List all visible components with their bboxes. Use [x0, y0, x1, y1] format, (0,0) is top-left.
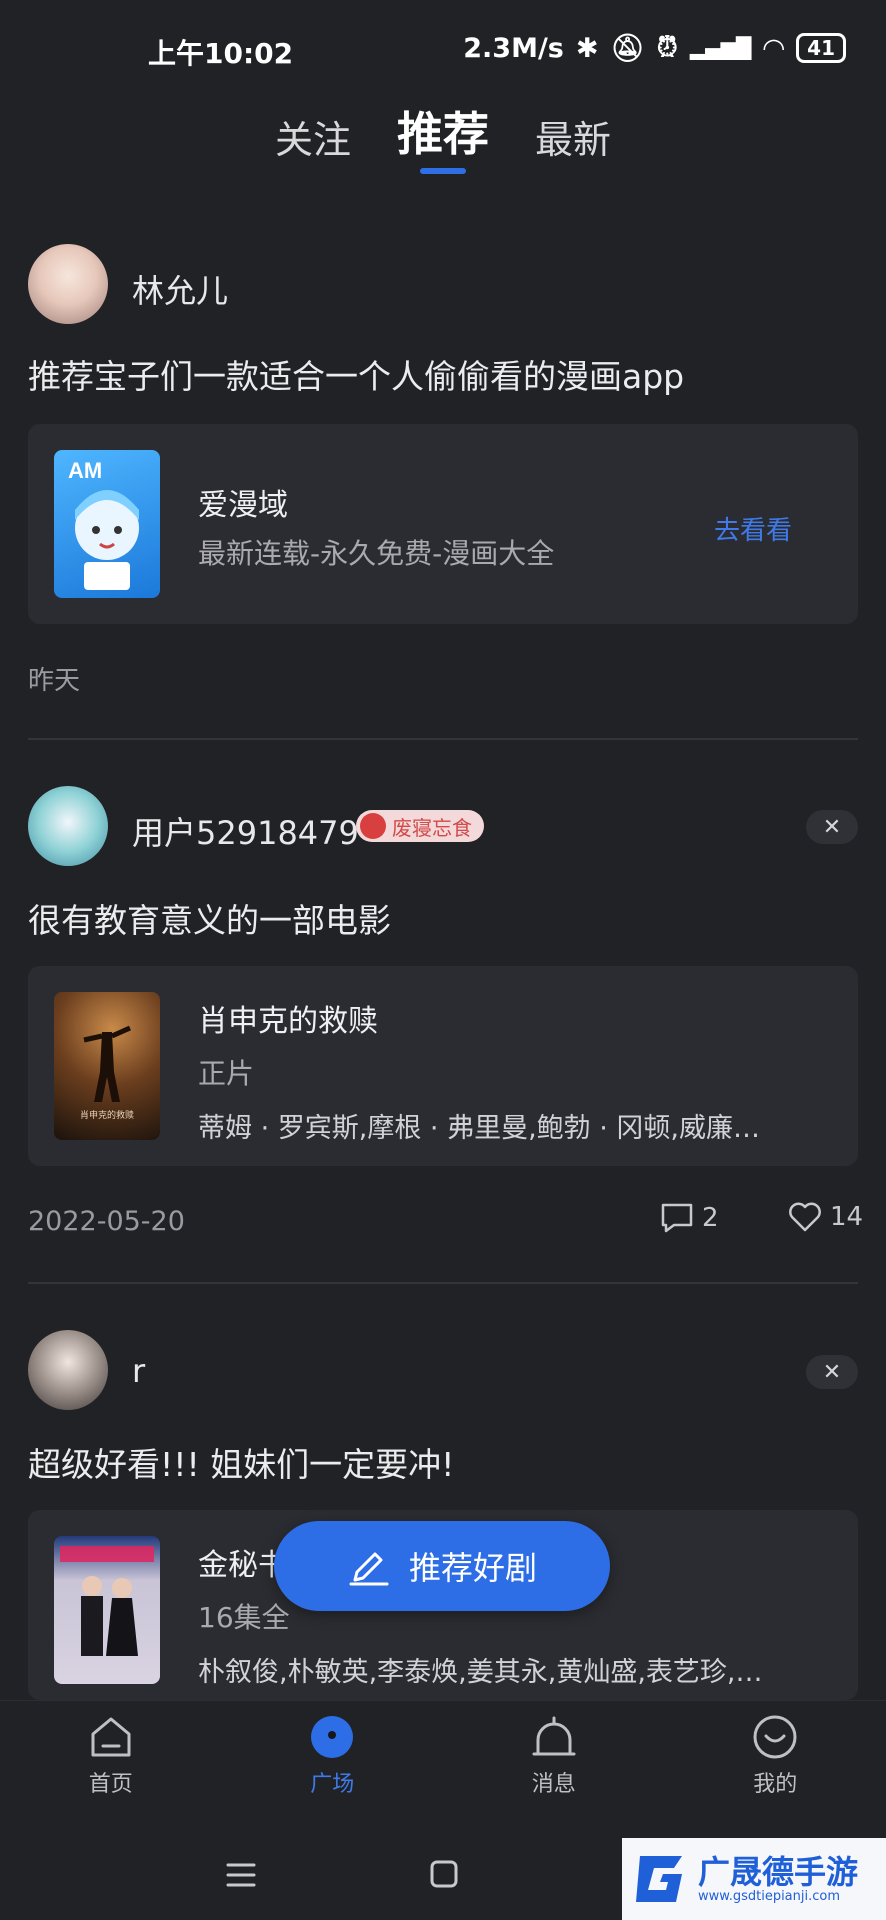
watermark-text-block: 广晟德手游 www.gsdtiepianji.com	[698, 1855, 858, 1904]
divider	[28, 738, 858, 740]
post-time: 2022-05-20	[28, 1206, 185, 1237]
profile-icon	[753, 1715, 797, 1759]
close-icon[interactable]: ✕	[806, 810, 858, 844]
watermark-url: www.gsdtiepianji.com	[698, 1888, 841, 1904]
post-text[interactable]: 推荐宝子们一款适合一个人偷偷看的漫画app	[28, 350, 684, 398]
tab-latest[interactable]: 最新	[535, 109, 611, 164]
tab-indicator	[420, 168, 466, 174]
card-title: 爱漫域	[198, 488, 288, 523]
post-text[interactable]: 超级好看!!! 姐妹们一定要冲!	[28, 1438, 454, 1486]
thumb-logo-text: AM	[68, 458, 102, 483]
divider	[28, 1282, 858, 1284]
watermark: 广晟德手游 www.gsdtiepianji.com	[622, 1838, 886, 1920]
pen-icon	[349, 1552, 389, 1586]
nav-profile[interactable]: 我的	[665, 1701, 886, 1811]
app-thumbnail: AM	[54, 450, 160, 598]
nav-plaza[interactable]: 广场	[222, 1701, 444, 1811]
home-icon	[91, 1717, 131, 1757]
card-subtitle: 正片	[198, 1057, 255, 1090]
tab-follow[interactable]: 关注	[275, 109, 351, 164]
bottom-nav: 首页 广场 消息 我的	[0, 1700, 886, 1811]
nav-messages[interactable]: 消息	[443, 1701, 665, 1811]
top-tabs: 关注 推荐 最新	[0, 98, 886, 164]
like-button[interactable]: 14	[788, 1202, 863, 1232]
like-count: 14	[830, 1202, 864, 1232]
plaza-icon	[311, 1716, 354, 1758]
card-title: 肖申克的救赎	[198, 1004, 378, 1039]
poster-title-text: 肖申克的救赎	[80, 1109, 134, 1120]
avatar[interactable]	[28, 786, 108, 866]
recommend-drama-button[interactable]: 推荐好剧	[274, 1521, 610, 1611]
comment-count: 2	[702, 1203, 719, 1233]
card-cast: 朴叙俊,朴敏英,李泰焕,姜其永,黄灿盛,表艺珍,…	[198, 1657, 763, 1688]
watermark-title: 广晟德手游	[698, 1852, 859, 1891]
movie-poster: 肖申克的救赎	[54, 992, 160, 1140]
fab-label: 推荐好剧	[408, 1549, 537, 1587]
badge-icon	[360, 813, 386, 839]
comment-button[interactable]: 2	[660, 1202, 719, 1234]
nav-home[interactable]: 首页	[0, 1701, 222, 1811]
avatar[interactable]	[28, 244, 108, 324]
nav-home-label: 首页	[88, 1772, 133, 1797]
home-square-icon[interactable]	[430, 1860, 458, 1888]
signal-icon: ▂▄▆█	[689, 36, 752, 60]
network-speed: 2.3M/s	[463, 32, 564, 64]
bell-icon	[532, 1716, 576, 1756]
mute-icon: 🔕︎	[610, 33, 645, 64]
drama-poster	[54, 1536, 160, 1684]
nav-profile-label: 我的	[753, 1772, 798, 1797]
alarm-icon: ⏰︎	[656, 32, 678, 63]
battery-icon: 41	[796, 33, 846, 63]
badge-label: 废寝忘食	[392, 815, 472, 840]
post-card[interactable]: AM 爱漫域 最新连载-永久免费-漫画大全 去看看	[28, 424, 858, 624]
user-badge: 废寝忘食	[356, 810, 484, 842]
post-username[interactable]: 用户52918479	[132, 808, 359, 854]
status-icons: 2.3M/s ✱ 🔕︎ ⏰︎ ▂▄▆█ ◠ 41	[463, 32, 846, 64]
nav-messages-label: 消息	[531, 1772, 576, 1797]
card-subtitle: 16集全	[198, 1601, 290, 1634]
card-cast: 蒂姆 · 罗宾斯,摩根 · 弗里曼,鲍勃 · 冈顿,威廉…	[198, 1113, 760, 1144]
tab-recommend[interactable]: 推荐	[397, 98, 489, 164]
wifi-icon: ◠	[763, 32, 785, 64]
post-username[interactable]: r	[132, 1352, 145, 1390]
card-subtitle: 最新连载-永久免费-漫画大全	[198, 537, 555, 570]
nav-plaza-label: 广场	[310, 1772, 355, 1797]
go-see-link[interactable]: 去看看	[714, 510, 792, 547]
watermark-logo-icon	[636, 1856, 682, 1902]
bluetooth-icon: ✱	[575, 32, 599, 64]
comment-icon	[661, 1203, 693, 1233]
post-time: 昨天	[28, 666, 81, 696]
close-icon[interactable]: ✕	[806, 1355, 858, 1389]
avatar[interactable]	[28, 1330, 108, 1410]
post-username[interactable]: 林允儿	[132, 266, 228, 312]
post-text[interactable]: 很有教育意义的一部电影	[28, 894, 391, 942]
menu-icon[interactable]	[226, 1862, 256, 1888]
post-card[interactable]: 肖申克的救赎 肖申克的救赎 正片 蒂姆 · 罗宾斯,摩根 · 弗里曼,鲍勃 · …	[28, 966, 858, 1166]
heart-icon	[789, 1202, 821, 1232]
status-time: 上午10:02	[148, 37, 294, 70]
